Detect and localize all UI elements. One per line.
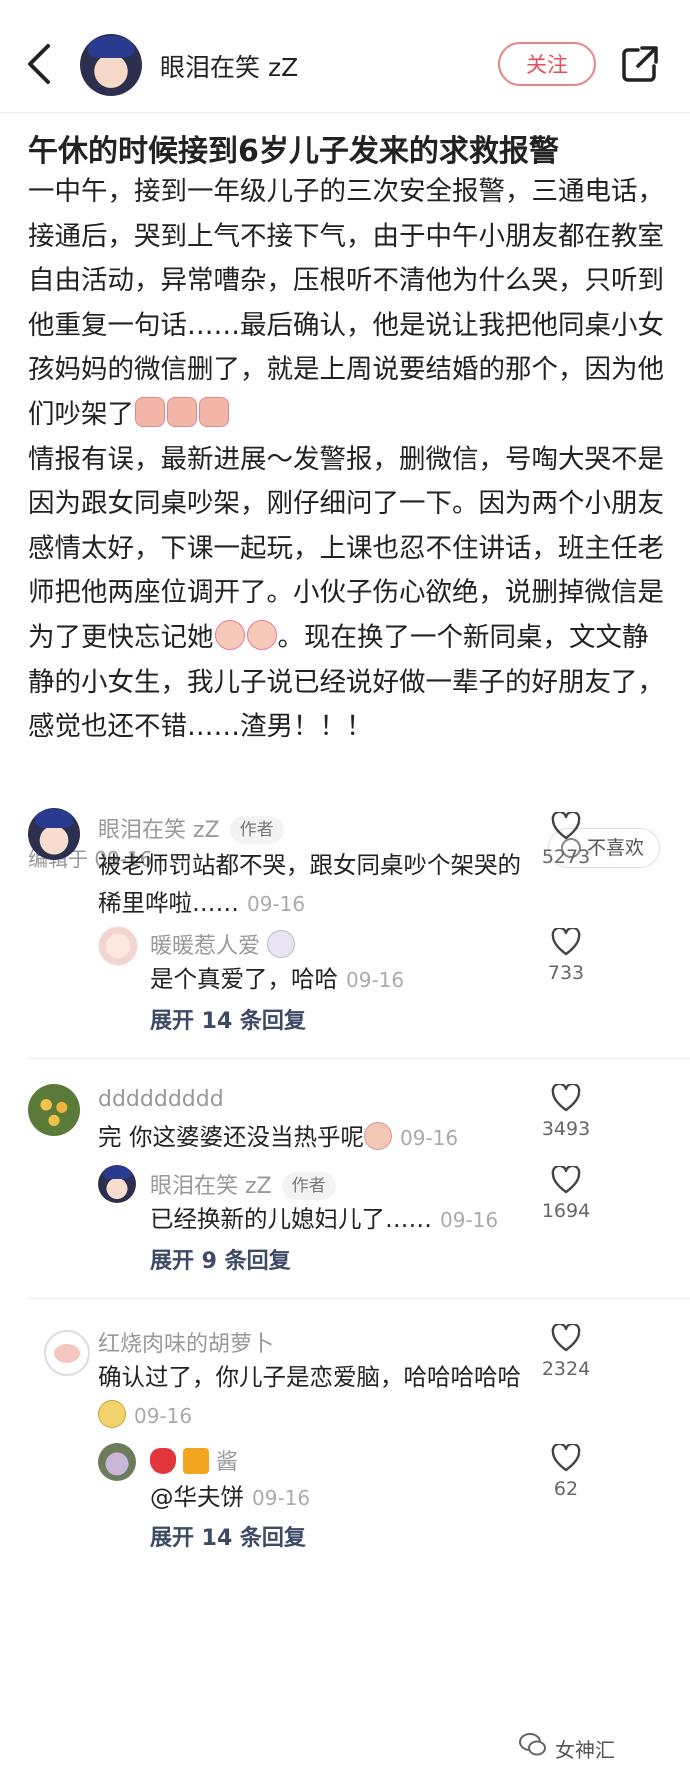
comment-time: 09-16 xyxy=(134,1404,193,1428)
comment-text: 被老师罚站都不哭，跟女同桌吵个架哭的稀里哗啦…… 09-16 xyxy=(98,846,538,923)
reply-like-count: 733 xyxy=(547,962,585,984)
post-title: 午休的时候接到6岁儿子发来的求救报警 xyxy=(28,134,559,169)
like-button[interactable]: 5273 xyxy=(536,812,596,868)
expand-replies-link[interactable]: 展开 14 条回复 xyxy=(150,1003,306,1035)
pig-emoji-icon xyxy=(135,396,165,427)
commenter-avatar[interactable] xyxy=(28,1084,80,1136)
comment-text: 确认过了，你儿子是恋爱脑，哈哈哈哈哈 09-16 xyxy=(98,1358,538,1435)
heart-icon xyxy=(551,812,581,840)
author-tag: 作者 xyxy=(229,816,284,844)
divider xyxy=(28,1058,690,1059)
reply-like-button[interactable]: 1694 xyxy=(536,1166,596,1222)
reply-body: 已经换新的儿媳妇儿了…… xyxy=(150,1205,432,1233)
comment-time: 09-16 xyxy=(247,892,306,916)
reply-time: 09-16 xyxy=(252,1486,311,1510)
reply-name-text: 酱 xyxy=(216,1450,239,1475)
fries-emoji-icon xyxy=(183,1448,209,1474)
top-bar: 眼泪在笑 zZ 关注 xyxy=(0,0,690,113)
strawberry-emoji-icon xyxy=(150,1448,176,1474)
wechat-logo-icon xyxy=(519,1733,546,1756)
commenter-name-text: 眼泪在笑 zZ xyxy=(98,818,220,843)
heart-icon xyxy=(551,1444,581,1472)
reply-name[interactable]: 暖暖惹人爱 xyxy=(150,928,296,960)
post-paragraph-1: 一中午，接到一年级儿子的三次安全报警，三通电话，接通后，哭到上气不接下气，由于中… xyxy=(28,176,664,430)
reply-name[interactable]: 眼泪在笑 zZ 作者 xyxy=(150,1168,336,1200)
heart-icon xyxy=(551,928,581,956)
author-tag: 作者 xyxy=(281,1172,336,1200)
reply-time: 09-16 xyxy=(346,968,405,992)
post-body: 一中午，接到一年级儿子的三次安全报警，三通电话，接通后，哭到上气不接下气，由于中… xyxy=(28,170,668,750)
heart-icon xyxy=(551,1324,581,1352)
expand-replies-link[interactable]: 展开 14 条回复 xyxy=(150,1520,306,1552)
divider xyxy=(28,1298,690,1299)
heart-icon xyxy=(551,1084,581,1112)
rabbit-emoji-icon xyxy=(267,930,296,958)
commenter-name[interactable]: 眼泪在笑 zZ 作者 xyxy=(98,812,284,844)
like-count: 5273 xyxy=(541,846,591,868)
reply-like-button[interactable]: 62 xyxy=(536,1444,596,1500)
reply-body: @华夫饼 xyxy=(150,1483,244,1511)
reply-name[interactable]: 酱 xyxy=(150,1444,238,1476)
heart-icon xyxy=(551,1166,581,1194)
like-count: 2324 xyxy=(541,1358,591,1380)
back-arrow-icon[interactable] xyxy=(22,42,58,86)
pig-emoji-icon xyxy=(199,396,229,427)
commenter-name[interactable]: 红烧肉味的胡萝卜 xyxy=(98,1326,274,1358)
reply-avatar[interactable] xyxy=(98,1443,136,1481)
reply-like-count: 1694 xyxy=(541,1200,591,1222)
reply-text: @华夫饼 09-16 xyxy=(150,1478,530,1517)
reply-body: 是个真爱了，哈哈 xyxy=(150,965,338,993)
reply-time: 09-16 xyxy=(440,1208,499,1232)
reply-like-button[interactable]: 733 xyxy=(536,928,596,984)
comment-body: 被老师罚站都不哭，跟女同桌吵个架哭的稀里哗啦…… xyxy=(98,851,521,917)
commenter-name[interactable]: ddddddddd xyxy=(98,1087,224,1112)
author-name[interactable]: 眼泪在笑 zZ xyxy=(160,48,298,84)
commenter-avatar[interactable] xyxy=(28,808,80,860)
share-icon[interactable] xyxy=(620,44,660,84)
reply-avatar[interactable] xyxy=(98,1165,136,1203)
comment-body: 完 你这婆婆还没当热乎呢 xyxy=(98,1123,364,1151)
like-count: 3493 xyxy=(541,1118,591,1140)
comment-time: 09-16 xyxy=(399,1126,459,1150)
crying-emoji-icon xyxy=(246,619,277,650)
like-button[interactable]: 3493 xyxy=(536,1084,596,1140)
comment-text: 完 你这婆婆还没当热乎呢 09-16 xyxy=(98,1118,538,1157)
crying-emoji-icon xyxy=(214,619,245,650)
reply-like-count: 62 xyxy=(553,1478,579,1500)
author-avatar[interactable] xyxy=(80,34,142,96)
reply-name-text: 眼泪在笑 zZ xyxy=(150,1174,272,1199)
like-button[interactable]: 2324 xyxy=(536,1324,596,1380)
follow-button[interactable]: 关注 xyxy=(498,42,596,86)
reply-text: 是个真爱了，哈哈 09-16 xyxy=(150,960,530,999)
emoji-icon xyxy=(98,1400,126,1428)
commenter-avatar[interactable] xyxy=(44,1330,90,1376)
reply-avatar[interactable] xyxy=(98,926,138,966)
expand-replies-link[interactable]: 展开 9 条回复 xyxy=(150,1243,291,1275)
reply-text: 已经换新的儿媳妇儿了…… 09-16 xyxy=(150,1200,530,1239)
watermark: 女神汇 xyxy=(555,1738,615,1762)
pig-emoji-icon xyxy=(167,396,197,427)
reply-name-text: 暖暖惹人爱 xyxy=(150,934,261,959)
comment-body: 确认过了，你儿子是恋爱脑，哈哈哈哈哈 xyxy=(98,1363,521,1391)
emoji-icon xyxy=(363,1122,392,1150)
